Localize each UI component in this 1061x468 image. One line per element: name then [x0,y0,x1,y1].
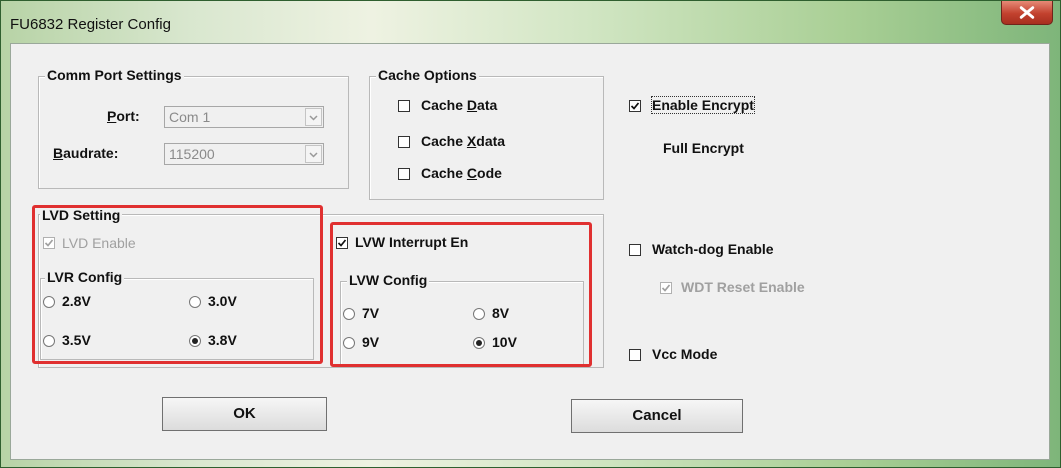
wdt-reset-label: WDT Reset Enable [681,279,805,295]
window-title: FU6832 Register Config [10,16,171,33]
cache-data-label[interactable]: Cache Data [421,97,497,113]
close-button[interactable] [1001,1,1053,25]
checkmark-icon [630,102,640,110]
baudrate-select[interactable]: 115200 [164,143,324,165]
ok-button[interactable]: OK [162,397,327,431]
cache-xdata-label[interactable]: Cache Xdata [421,133,505,149]
vcc-mode-checkbox[interactable] [629,349,641,361]
vcc-mode-label[interactable]: Vcc Mode [652,346,717,362]
cache-code-checkbox[interactable] [398,168,410,180]
dialog-window: FU6832 Register Config Comm Port Setting… [0,0,1061,468]
port-value: Com 1 [169,109,211,125]
cache-options-group: Cache Options Cache Data Cache Xdata Cac… [369,67,604,200]
enable-encrypt-label[interactable]: Enable Encrypt [651,96,755,114]
chevron-down-icon [309,115,318,121]
cache-code-label[interactable]: Cache Code [421,165,502,181]
lvw-highlight-box [330,222,592,367]
baudrate-dropdown-arrow[interactable] [305,145,322,163]
enable-encrypt-checkbox[interactable] [629,100,641,112]
watchdog-enable-label[interactable]: Watch-dog Enable [652,241,774,257]
title-bar[interactable]: FU6832 Register Config [1,1,1060,43]
checkmark-icon [661,284,671,292]
port-dropdown-arrow[interactable] [305,108,322,126]
encrypt-mode-text: Full Encrypt [663,140,744,156]
cancel-button[interactable]: Cancel [571,399,743,433]
chevron-down-icon [309,152,318,158]
lvd-highlight-box [32,205,323,364]
wdt-reset-checkbox [660,282,672,294]
baudrate-label: Baudrate: [53,145,119,161]
baudrate-value: 115200 [169,146,215,162]
comm-port-legend: Comm Port Settings [45,67,184,83]
cache-xdata-checkbox[interactable] [398,136,410,148]
comm-port-group: Comm Port Settings Port: Com 1 Baudrate:… [38,67,349,189]
port-label: Port: [107,108,140,124]
port-select[interactable]: Com 1 [164,106,324,128]
cache-options-legend: Cache Options [376,67,479,83]
watchdog-enable-checkbox[interactable] [629,244,641,256]
close-icon [1019,6,1035,19]
dialog-client-area: Comm Port Settings Port: Com 1 Baudrate:… [10,43,1050,460]
cache-data-checkbox[interactable] [398,100,410,112]
